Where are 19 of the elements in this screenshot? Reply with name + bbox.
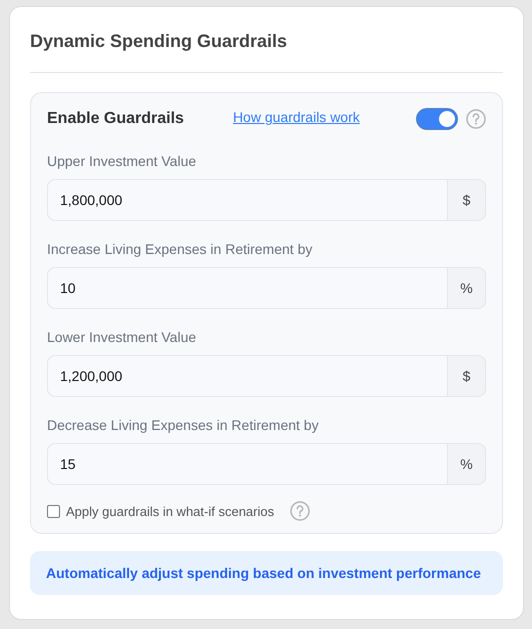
- field-label: Increase Living Expenses in Retirement by: [47, 240, 314, 259]
- unit-label: $: [448, 179, 486, 221]
- input-field[interactable]: 1,200,000: [47, 355, 448, 397]
- banner-text: Automatically adjust spending based on investment performance: [46, 565, 481, 581]
- card-title: Dynamic Spending Guardrails: [30, 30, 288, 53]
- field-label: Lower Investment Value: [47, 328, 198, 347]
- unit-label: $: [448, 355, 486, 397]
- checkbox[interactable]: [47, 504, 60, 518]
- field-label: Decrease Living Expenses in Retirement by: [47, 416, 320, 435]
- unit-label: %: [448, 443, 486, 485]
- input-field[interactable]: 10: [47, 267, 448, 309]
- field-label: Upper Investment Value: [47, 152, 198, 171]
- unit-label: %: [448, 267, 486, 309]
- input-field[interactable]: 1,800,000: [47, 179, 448, 221]
- checkbox-label: Apply guardrails in what-if scenarios: [66, 504, 274, 518]
- section-heading: Enable Guardrails: [47, 110, 184, 128]
- input-field[interactable]: 15: [47, 443, 448, 485]
- toggle-switch[interactable]: [416, 108, 458, 130]
- help-link[interactable]: How guardrails work: [232, 109, 360, 125]
